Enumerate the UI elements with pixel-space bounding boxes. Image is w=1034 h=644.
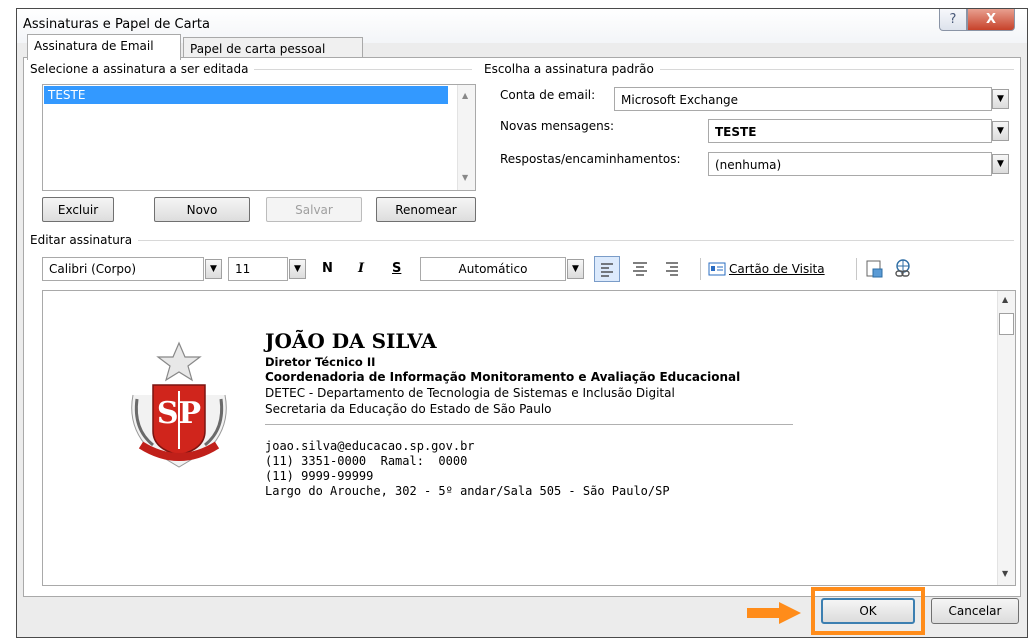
cancel-button[interactable]: Cancelar [931, 598, 1019, 624]
signature-phone-1: (11) 3351-0000 Ramal: 0000 [265, 454, 468, 468]
underline-button[interactable]: S [392, 261, 401, 276]
insert-hyperlink-button[interactable] [892, 258, 914, 280]
editor-scrollbar[interactable]: ▲ ▼ [997, 291, 1015, 585]
business-card-label: Cartão de Visita [729, 262, 825, 276]
scroll-down-icon[interactable]: ▼ [1002, 569, 1008, 578]
signature-divider [265, 424, 793, 425]
font-size-select[interactable]: 11 [228, 257, 288, 281]
scroll-down-icon[interactable]: ▼ [462, 173, 468, 182]
align-center-icon [633, 262, 647, 276]
tab-email-signature[interactable]: Assinatura de Email [27, 34, 181, 60]
chevron-down-icon[interactable]: ▼ [992, 121, 1009, 141]
save-button[interactable]: Salvar [266, 197, 362, 222]
edit-section-title: Editar assinatura [30, 233, 139, 247]
ok-button[interactable]: OK [821, 598, 915, 624]
chevron-down-icon[interactable]: ▼ [289, 259, 306, 279]
signature-list[interactable]: TESTE ▲ ▼ [42, 84, 476, 191]
signature-name: JOÃO DA SILVA [265, 329, 437, 353]
signature-secretariat: Secretaria da Educação do Estado de São … [265, 402, 552, 416]
close-icon: X [985, 12, 997, 27]
business-card-icon [708, 262, 726, 276]
account-label: Conta de email: [500, 88, 596, 102]
chevron-down-icon[interactable]: ▼ [992, 89, 1009, 109]
default-section-title: Escolha a assinatura padrão [484, 62, 660, 76]
chevron-down-icon[interactable]: ▼ [567, 259, 584, 279]
align-left-icon [601, 263, 613, 277]
close-button[interactable]: X [967, 9, 1015, 31]
chevron-down-icon[interactable]: ▼ [992, 154, 1009, 174]
align-center-button[interactable] [628, 256, 654, 282]
hyperlink-icon [895, 259, 910, 277]
help-icon: ? [949, 12, 957, 27]
toolbar-separator [700, 258, 701, 280]
scroll-up-icon[interactable]: ▲ [462, 91, 468, 100]
delete-button[interactable]: Excluir [42, 197, 114, 222]
replies-select[interactable]: (nenhuma) [708, 152, 992, 176]
italic-button[interactable]: I [358, 261, 364, 276]
align-right-button[interactable] [660, 256, 686, 282]
account-select[interactable]: Microsoft Exchange [614, 87, 992, 111]
business-card-button[interactable]: Cartão de Visita [708, 256, 825, 282]
signature-address: Largo do Arouche, 302 - 5º andar/Sala 50… [265, 484, 670, 498]
help-button[interactable]: ? [939, 9, 967, 31]
align-left-button[interactable] [594, 256, 620, 282]
tab-panel: Selecione a assinatura a ser editada TES… [23, 57, 1021, 597]
select-section-title: Selecione a assinatura a ser editada [30, 62, 255, 76]
align-right-icon [666, 262, 678, 276]
replies-label: Respostas/encaminhamentos: [500, 152, 681, 166]
toolbar-separator [856, 258, 857, 280]
signature-phone-2: (11) 9999-99999 [265, 469, 374, 483]
arrow-right-icon [747, 602, 801, 624]
new-messages-label: Novas mensagens: [500, 119, 615, 133]
signature-editor[interactable]: ▲ ▼ SP JOÃO DA SILVA Diretor Técnico II … [42, 290, 1016, 586]
new-messages-select[interactable]: TESTE [708, 119, 992, 143]
bold-button[interactable]: N [322, 261, 333, 276]
list-item[interactable]: TESTE [44, 86, 448, 104]
picture-icon [866, 260, 883, 278]
sao-paulo-seal-logo: SP [131, 341, 227, 468]
signatures-dialog: Assinaturas e Papel de Carta ? X Assinat… [16, 8, 1028, 638]
section-divider [32, 240, 1014, 241]
font-select[interactable]: Calibri (Corpo) [42, 257, 204, 281]
tab-email-signature-label: Assinatura de Email [34, 39, 154, 53]
signature-department: Coordenadoria de Informação Monitorament… [265, 370, 741, 384]
insert-picture-button[interactable] [864, 258, 886, 280]
window-title: Assinaturas e Papel de Carta [23, 17, 210, 32]
scroll-thumb[interactable] [999, 313, 1014, 335]
new-button[interactable]: Novo [154, 197, 250, 222]
rename-button[interactable]: Renomear [376, 197, 476, 222]
signature-division: DETEC - Departamento de Tecnologia de Si… [265, 386, 675, 400]
scroll-up-icon[interactable]: ▲ [1002, 295, 1008, 304]
signature-role: Diretor Técnico II [265, 355, 376, 369]
tab-stationery-label: Papel de carta pessoal [190, 42, 326, 56]
signature-email: joao.silva@educacao.sp.gov.br [265, 439, 475, 453]
list-scrollbar[interactable]: ▲ ▼ [457, 85, 475, 190]
chevron-down-icon[interactable]: ▼ [205, 259, 222, 279]
font-color-select[interactable]: Automático [420, 257, 566, 281]
